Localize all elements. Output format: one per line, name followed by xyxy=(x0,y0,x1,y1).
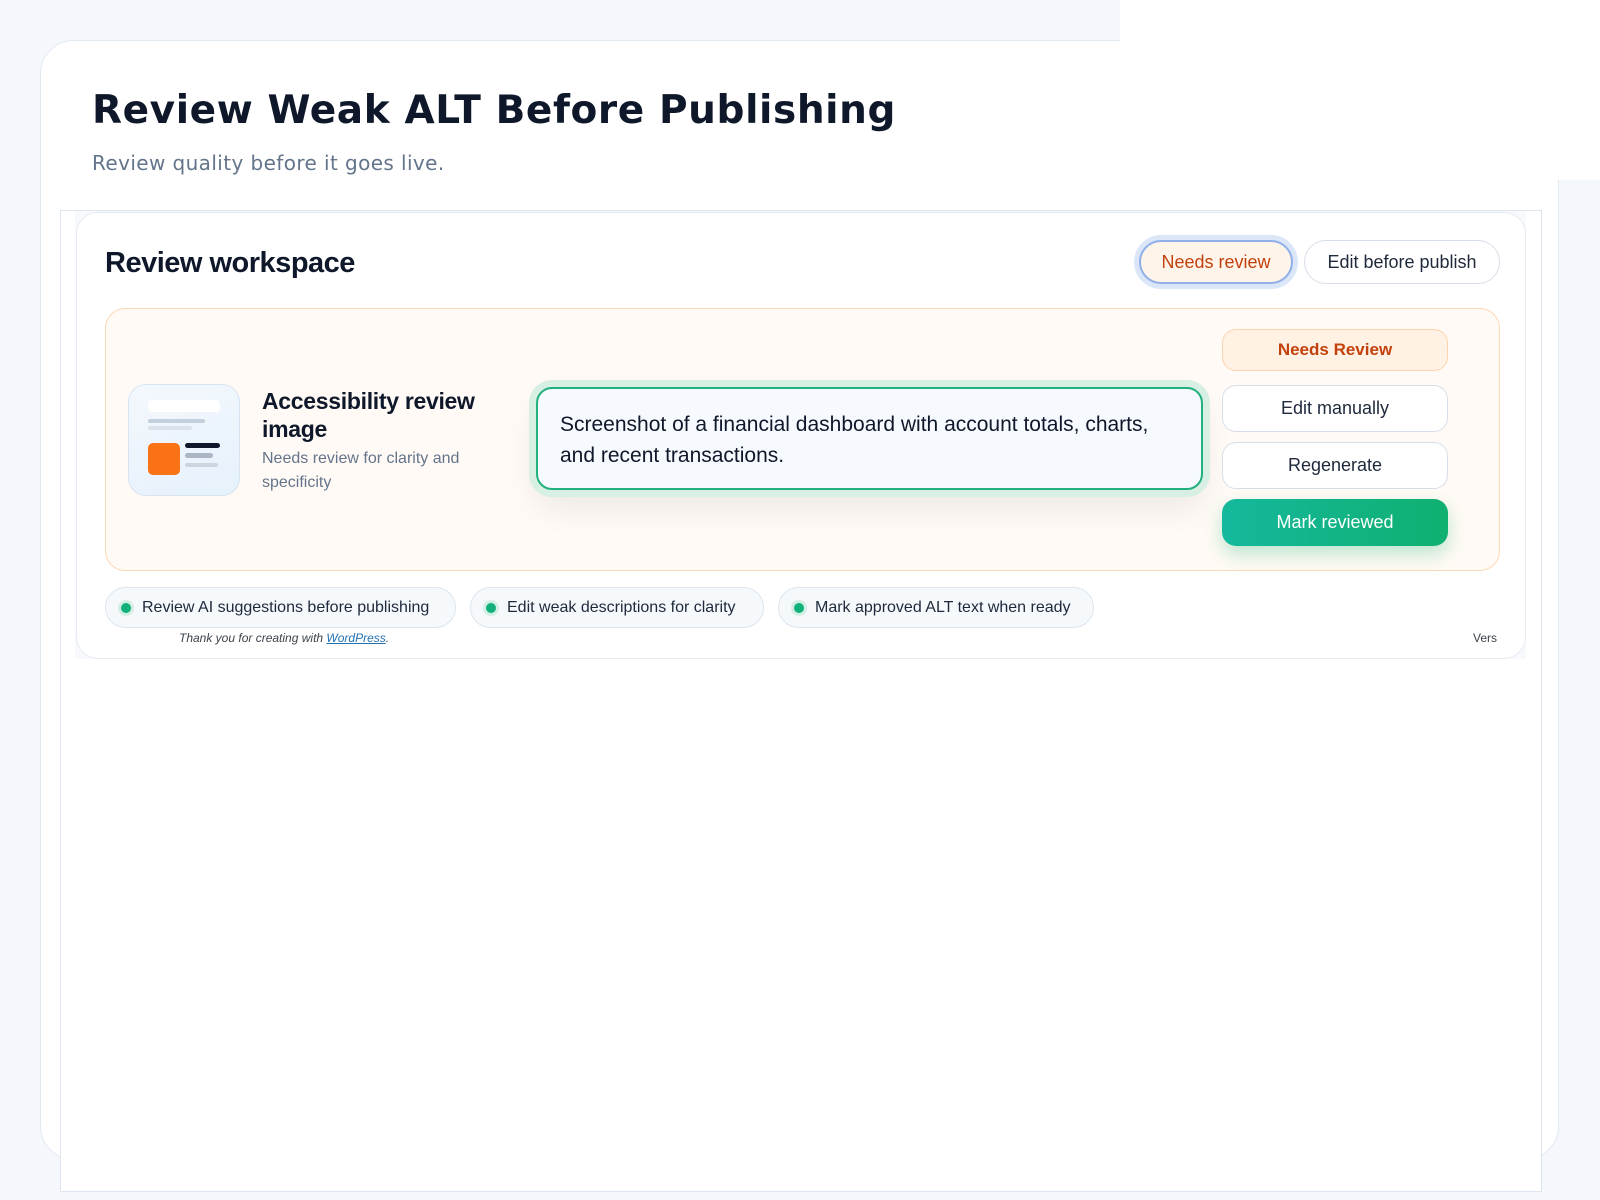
checklist-chip-label: Review AI suggestions before publishing xyxy=(142,598,430,616)
wordpress-link[interactable]: WordPress xyxy=(326,631,385,645)
mark-reviewed-button[interactable]: Mark reviewed xyxy=(1222,499,1448,546)
alt-text-field[interactable]: Screenshot of a financial dashboard with… xyxy=(536,387,1203,490)
corner-mask xyxy=(1120,0,1600,180)
footer-thanks-prefix: Thank you for creating with xyxy=(179,631,327,645)
thumb-line xyxy=(185,453,213,458)
status-badge: Needs Review xyxy=(1222,329,1448,371)
regenerate-button[interactable]: Regenerate xyxy=(1222,442,1448,489)
tab-needs-review[interactable]: Needs review xyxy=(1139,240,1293,284)
thumb-line xyxy=(148,419,205,423)
status-dot-icon xyxy=(486,602,496,613)
thumb-line xyxy=(185,463,218,467)
tab-edit-before-publish[interactable]: Edit before publish xyxy=(1304,240,1500,284)
dashboard-thumbnail-icon xyxy=(128,384,240,496)
review-workspace: Review workspace Needs review Edit befor… xyxy=(76,212,1526,659)
thumb-header-bar xyxy=(148,400,220,412)
review-item-title: Accessibility review image xyxy=(262,388,475,442)
thumb-line xyxy=(148,426,192,430)
page-subtitle: Review quality before it goes live. xyxy=(92,151,445,175)
workspace-title: Review workspace xyxy=(105,247,355,279)
footer-thanks: Thank you for creating with WordPress. xyxy=(179,631,389,645)
thumb-line xyxy=(185,443,220,448)
checklist-chip-label: Mark approved ALT text when ready xyxy=(815,598,1071,616)
checklist-chip: Review AI suggestions before publishing xyxy=(105,587,456,628)
edit-manually-button[interactable]: Edit manually xyxy=(1222,385,1448,432)
checklist-chip: Edit weak descriptions for clarity xyxy=(470,587,764,628)
page-title: Review Weak ALT Before Publishing xyxy=(92,88,897,133)
checklist-chip-label: Edit weak descriptions for clarity xyxy=(507,598,736,616)
status-dot-icon xyxy=(121,602,131,613)
footer-version: Vers xyxy=(1473,631,1498,645)
footer-thanks-suffix: . xyxy=(385,631,390,645)
review-item-card: Accessibility review image Needs review … xyxy=(105,308,1500,571)
review-item-subtitle: Needs review for clarity and specificity xyxy=(262,450,460,491)
checklist-chip: Mark approved ALT text when ready xyxy=(778,587,1094,628)
status-dot-icon xyxy=(794,602,804,613)
thumb-orange-block xyxy=(148,443,180,475)
